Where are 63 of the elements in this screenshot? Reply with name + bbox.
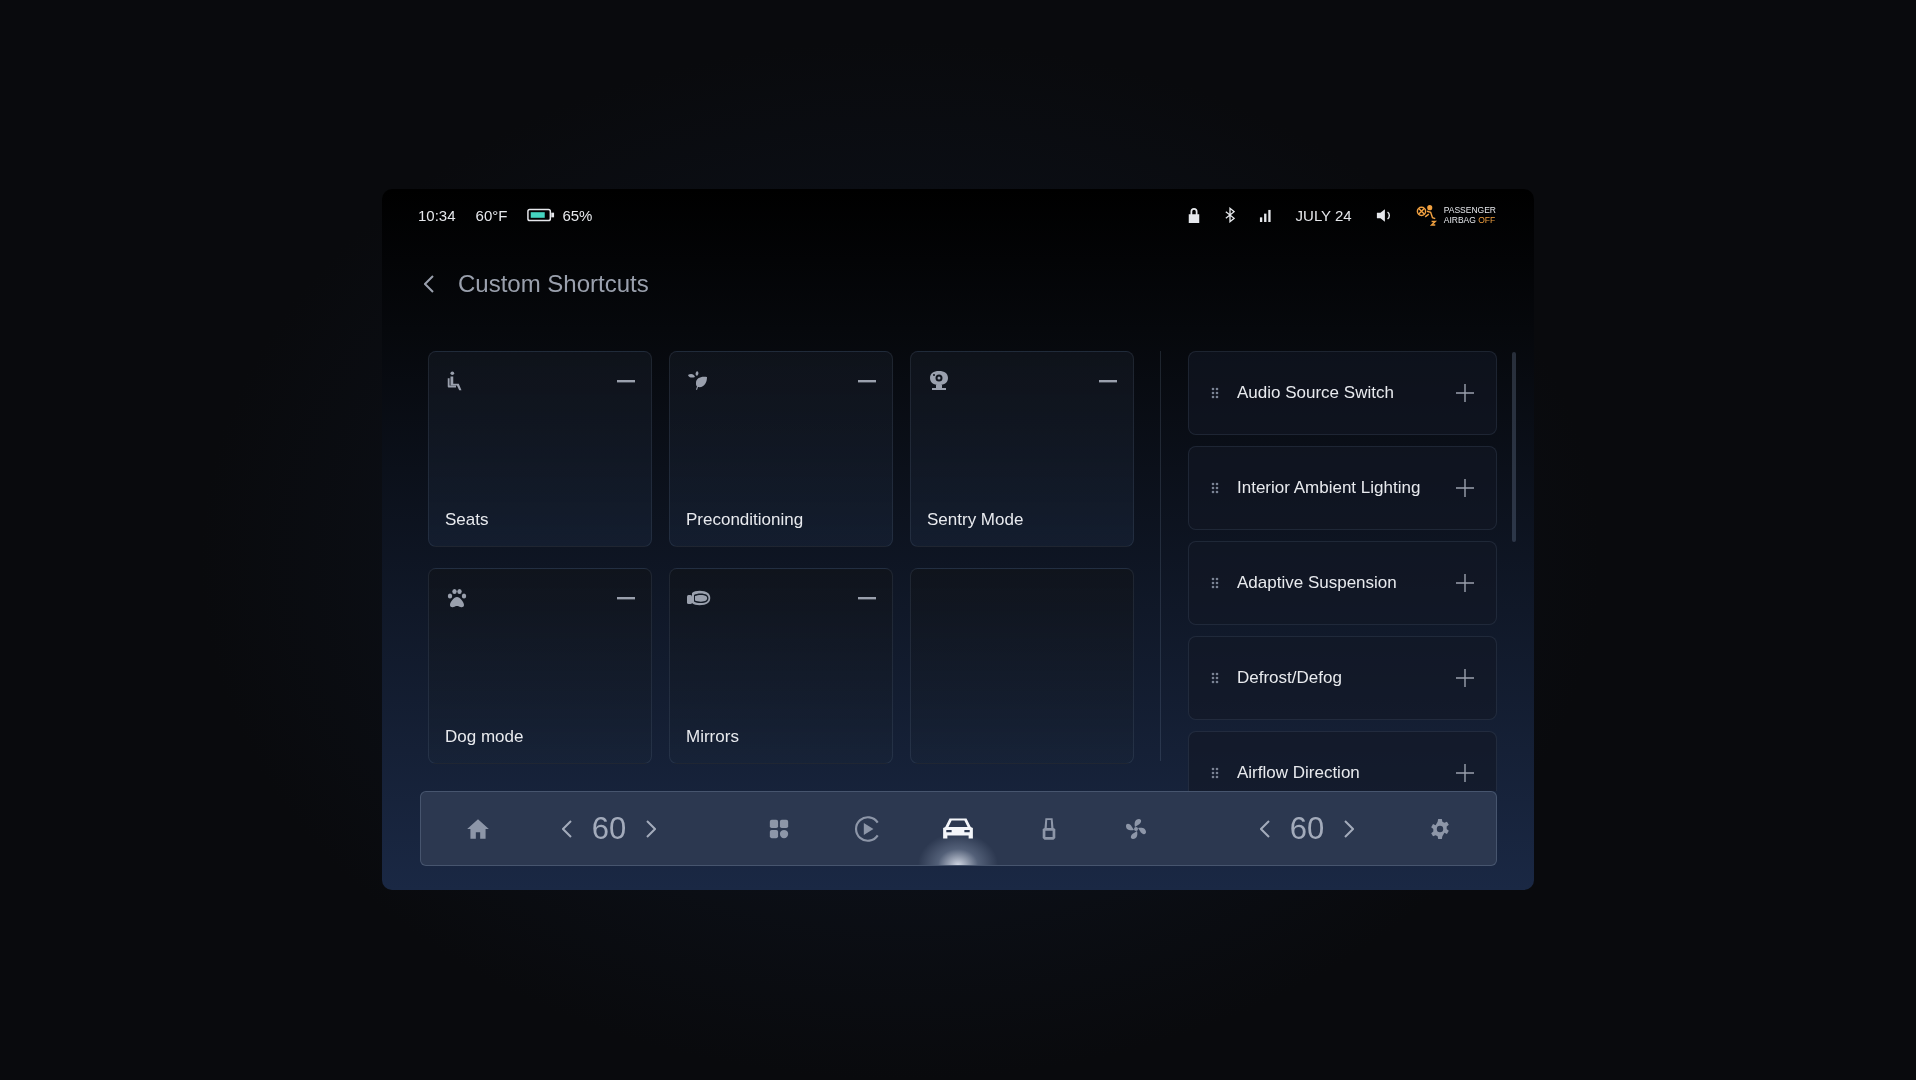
drag-handle-icon[interactable] <box>1211 482 1219 494</box>
temperature-setting: 60 <box>1289 810 1325 847</box>
airbag-status: AIRBAG OFF <box>1443 215 1496 225</box>
add-icon[interactable] <box>1456 574 1474 592</box>
shortcut-label: Seats <box>445 510 490 530</box>
available-shortcut[interactable]: Airflow Direction <box>1188 731 1497 791</box>
add-icon[interactable] <box>1456 669 1474 687</box>
battery-percent: 65% <box>562 206 593 224</box>
remove-icon[interactable] <box>858 596 876 600</box>
volume-icon[interactable] <box>1375 207 1392 223</box>
available-shortcut[interactable]: Defrost/Defog <box>1188 636 1497 720</box>
lock-icon[interactable] <box>1186 207 1201 223</box>
decrease-temperature-icon[interactable] <box>1259 818 1272 839</box>
settings-icon[interactable] <box>1429 817 1451 840</box>
add-icon[interactable] <box>1456 384 1474 402</box>
available-shortcut[interactable]: Audio Source Switch <box>1188 351 1497 435</box>
shortcut-tile[interactable]: Dog mode <box>428 568 652 764</box>
apps-icon[interactable] <box>768 817 790 840</box>
shortcut-name: Interior Ambient Lighting <box>1237 478 1422 498</box>
drag-handle-icon[interactable] <box>1211 672 1219 684</box>
shortcut-label: Mirrors <box>686 727 740 747</box>
shortcut-name: Adaptive Suspension <box>1237 573 1398 593</box>
increase-temperature-icon[interactable] <box>644 818 657 839</box>
shortcut-name: Airflow Direction <box>1237 763 1361 783</box>
available-shortcut[interactable]: Adaptive Suspension <box>1188 541 1497 625</box>
outside-temperature: 60°F <box>475 206 508 224</box>
add-icon[interactable] <box>1456 764 1474 782</box>
signal-icon <box>1258 208 1272 222</box>
remove-icon[interactable] <box>617 596 635 600</box>
remove-icon[interactable] <box>1099 379 1117 383</box>
clock-time: 10:34 <box>418 206 456 224</box>
airbag-label: PASSENGER <box>1443 205 1496 215</box>
remove-icon[interactable] <box>617 379 635 383</box>
shortcut-name: Audio Source Switch <box>1237 383 1395 403</box>
shortcut-label: Sentry Mode <box>927 510 1025 530</box>
drag-handle-icon[interactable] <box>1211 387 1219 399</box>
temperature-setting: 60 <box>591 810 627 847</box>
side-mirror-icon <box>686 588 712 608</box>
remove-icon[interactable] <box>858 379 876 383</box>
fan-icon[interactable] <box>1124 816 1148 841</box>
leaf-icon <box>686 369 710 393</box>
shortcut-name: Defrost/Defog <box>1237 668 1343 688</box>
battery-icon <box>527 208 556 222</box>
camera-icon <box>927 369 951 393</box>
available-shortcut[interactable]: Interior Ambient Lighting <box>1188 446 1497 530</box>
add-icon[interactable] <box>1456 479 1474 497</box>
back-icon[interactable] <box>424 274 436 294</box>
drag-handle-icon[interactable] <box>1211 577 1219 589</box>
shortcut-label: Dog mode <box>445 727 525 747</box>
drag-handle-icon[interactable] <box>1211 767 1219 779</box>
page-title: Custom Shortcuts <box>458 270 649 298</box>
shortcut-label: Preconditioning <box>686 510 805 530</box>
decrease-temperature-icon[interactable] <box>561 818 574 839</box>
shortcut-tile[interactable]: Sentry Mode <box>910 351 1134 547</box>
shortcut-tile[interactable]: Mirrors <box>669 568 893 764</box>
bluetooth-icon[interactable] <box>1224 207 1235 223</box>
shortcut-tile[interactable]: Seats <box>428 351 652 547</box>
airbag-icon <box>1415 204 1438 226</box>
increase-temperature-icon[interactable] <box>1342 818 1355 839</box>
scrollbar[interactable] <box>1512 352 1516 542</box>
shortcut-tile[interactable]: Preconditioning <box>669 351 893 547</box>
paw-icon <box>445 586 469 610</box>
date: JULY 24 <box>1295 206 1352 224</box>
